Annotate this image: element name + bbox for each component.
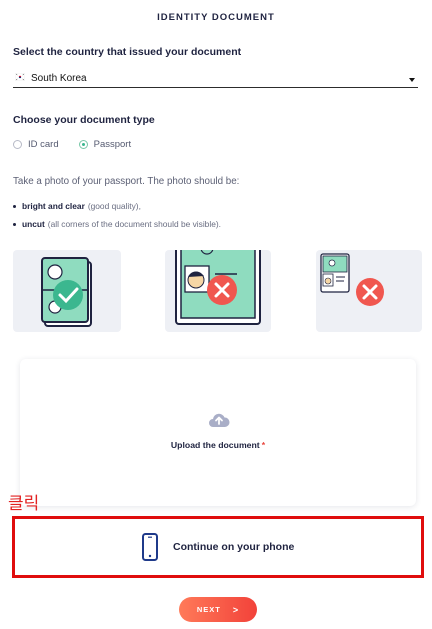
country-select[interactable]: South Korea (13, 70, 418, 88)
page-title: IDENTITY DOCUMENT (157, 12, 275, 23)
id-card-radio[interactable]: ID card (13, 139, 59, 150)
south-korea-flag-icon (15, 73, 25, 81)
small-example-image (316, 250, 422, 332)
cropped-example-image (165, 250, 271, 332)
upload-document-area[interactable]: Upload the document * (20, 359, 416, 506)
document-type-radio-group: ID card Passport (13, 139, 151, 150)
passport-radio-label: Passport (93, 139, 132, 150)
country-label: Select the country that issued your docu… (13, 46, 242, 58)
next-button[interactable]: NEXT > (179, 597, 257, 622)
click-annotation-label: 클릭 (8, 494, 40, 514)
country-value: South Korea (31, 73, 87, 84)
correct-example-image (13, 250, 121, 332)
document-type-label: Choose your document type (13, 114, 155, 126)
radio-checked-icon (78, 140, 88, 149)
list-item: uncut (all corners of the document shoul… (13, 215, 221, 233)
smartphone-icon (142, 533, 158, 561)
passport-radio[interactable]: Passport (78, 139, 132, 150)
id-card-radio-label: ID card (28, 139, 59, 150)
photo-requirements-list: bright and clear (good quality), uncut (… (13, 197, 221, 233)
bullet-icon (13, 204, 16, 208)
requirement-bold: bright and clear (22, 201, 85, 211)
photo-instruction: Take a photo of your passport. The photo… (13, 176, 240, 187)
list-item: bright and clear (good quality), (13, 197, 221, 215)
requirement-detail: (good quality), (87, 201, 141, 211)
next-button-label: NEXT (196, 605, 221, 614)
chevron-down-icon (409, 78, 415, 82)
requirement-detail: (all corners of the document should be v… (47, 219, 221, 229)
required-mark: * (261, 440, 266, 450)
continue-on-phone-button[interactable]: Continue on your phone (12, 516, 424, 578)
requirement-bold: uncut (22, 219, 45, 229)
chevron-right-icon: > (232, 604, 240, 615)
bullet-icon (13, 222, 16, 226)
upload-label: Upload the document * (20, 440, 416, 450)
upload-label-text: Upload the document (170, 440, 260, 450)
check-icon (53, 280, 83, 310)
cloud-upload-icon (209, 413, 230, 427)
radio-unchecked-icon (13, 140, 22, 149)
continue-on-phone-label: Continue on your phone (173, 541, 295, 553)
